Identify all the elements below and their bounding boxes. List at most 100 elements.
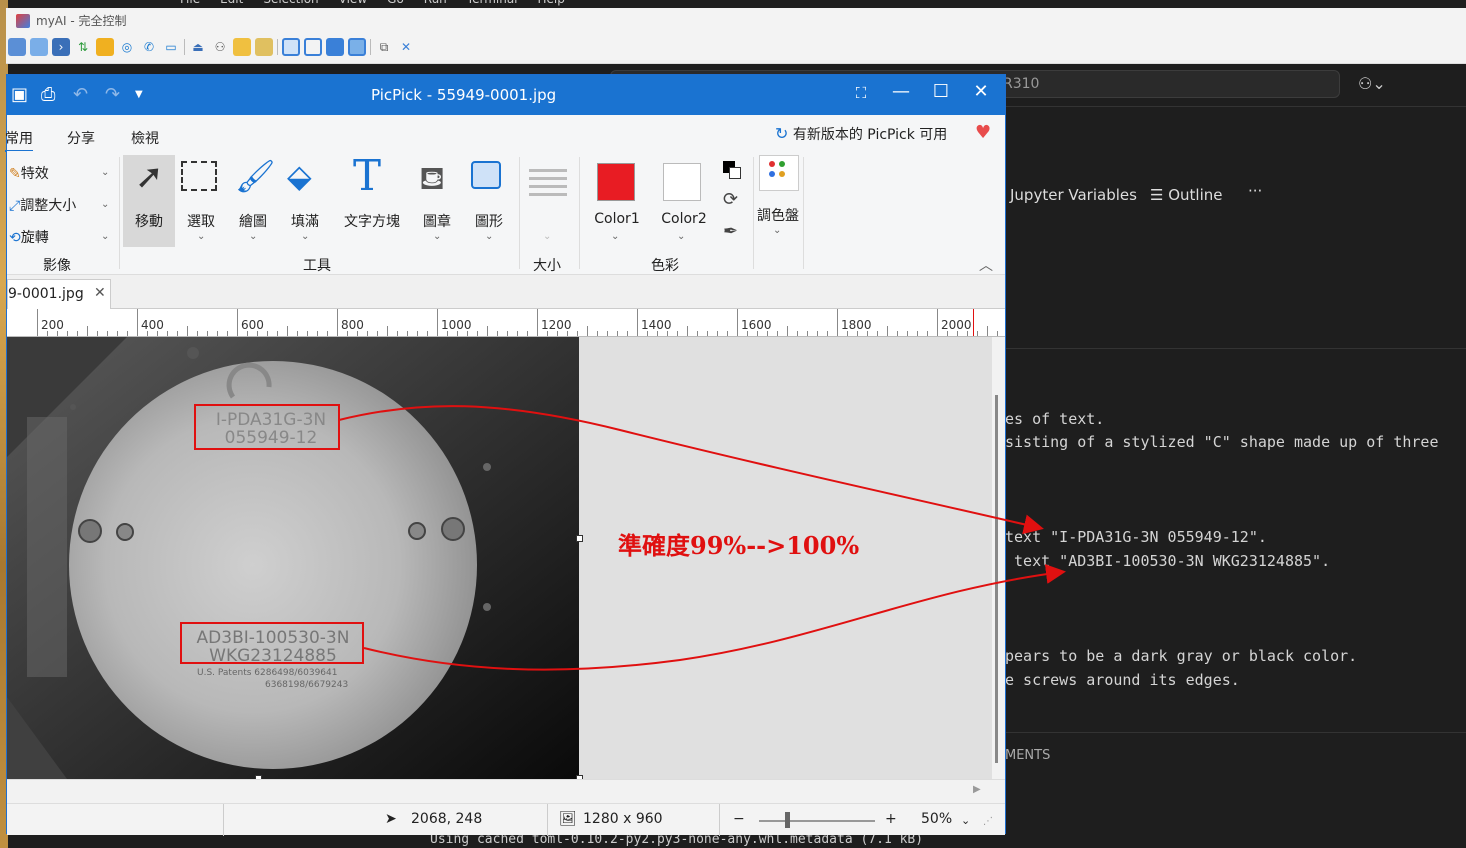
terminal-icon[interactable]: › — [52, 38, 70, 56]
collapse-ribbon-icon[interactable]: ︿ — [979, 255, 993, 275]
update-notice[interactable]: ↻ 有新版本的 PicPick 可用 — [775, 124, 947, 144]
color2-swatch[interactable] — [663, 163, 701, 201]
ruler-minor-tick — [307, 331, 308, 336]
chevron-down-icon[interactable]: ⌄ — [485, 231, 493, 242]
redo-icon[interactable]: ↷ — [105, 84, 120, 105]
tab-home[interactable]: 常用 — [5, 128, 33, 152]
zoom-slider-thumb[interactable] — [785, 812, 790, 828]
tab-jupyter-variables[interactable]: Jupyter Variables — [1010, 186, 1137, 204]
shape-tool-icon[interactable] — [471, 161, 501, 189]
zoom-in-button[interactable]: + — [885, 811, 897, 827]
tool-fill[interactable]: 填滿 — [279, 211, 331, 231]
chevron-down-icon[interactable]: ⌄ — [197, 231, 205, 242]
zoom-slider-track[interactable] — [759, 820, 875, 822]
resize-handle[interactable] — [576, 535, 583, 542]
capture-icon[interactable]: ⛶ — [841, 84, 881, 102]
tool-stamp[interactable]: 圖章 — [411, 211, 463, 231]
ruler-minor-tick — [177, 331, 178, 336]
window-mode-icon[interactable] — [282, 38, 300, 56]
tool-select[interactable]: 選取 — [175, 211, 227, 231]
tool-shape[interactable]: 圖形 — [463, 211, 515, 231]
save-icon[interactable]: ▣ — [11, 84, 28, 105]
users-icon[interactable]: ⚇ — [211, 38, 229, 56]
scroll-right-icon[interactable]: ▶ — [973, 784, 981, 795]
heart-icon[interactable]: ♥ — [975, 122, 991, 143]
rotate-menu[interactable]: ⟲旋轉 — [9, 227, 49, 247]
move-tool-icon[interactable]: ➚ — [135, 157, 164, 197]
chevron-down-icon[interactable]: ⌄ — [677, 231, 685, 242]
minimize-button[interactable]: — — [881, 81, 921, 102]
message-icon[interactable]: ▭ — [162, 38, 180, 56]
copy-icon[interactable]: ⧉ — [375, 38, 393, 56]
resize-menu[interactable]: ⤢調整大小 — [9, 195, 76, 215]
chat-icon[interactable]: ◎ — [118, 38, 136, 56]
palette-label[interactable]: 調色盤 — [757, 205, 799, 225]
chevron-down-icon[interactable]: ⌄ — [611, 231, 619, 242]
close-tab-icon[interactable]: ✕ — [94, 285, 106, 301]
tools-icon[interactable]: ✕ — [397, 38, 415, 56]
color1-swatch[interactable] — [597, 163, 635, 201]
monitor-icon[interactable] — [30, 38, 48, 56]
effects-menu[interactable]: ✎特效 — [9, 163, 49, 183]
fill-tool-icon[interactable]: ⬙ — [287, 157, 312, 195]
undo-icon[interactable]: ↶ — [73, 84, 88, 105]
tool-textbox[interactable]: 文字方塊 — [337, 211, 407, 231]
select-tool-icon[interactable] — [181, 161, 217, 191]
vscode-menu-item[interactable]: View — [339, 0, 367, 8]
vscode-menu-item[interactable]: Terminal — [467, 0, 518, 8]
tool-draw[interactable]: 繪圖 — [227, 211, 279, 231]
chevron-down-icon[interactable]: ⌄ — [101, 199, 109, 210]
zoom-level[interactable]: 50% — [921, 811, 952, 827]
horizontal-scrollbar[interactable]: ▶ — [7, 779, 1005, 803]
phone-icon[interactable]: ✆ — [140, 38, 158, 56]
vscode-menu-item[interactable]: Selection — [263, 0, 318, 8]
more-actions-button[interactable]: ··· — [1248, 182, 1262, 200]
vscode-menu-item[interactable]: Help — [538, 0, 565, 8]
lock-icon[interactable] — [233, 38, 251, 56]
document-tab[interactable]: 9-0001.jpg ✕ — [7, 279, 111, 309]
eyedropper-icon[interactable]: ✒ — [723, 221, 738, 242]
transfer-icon[interactable]: ⇅ — [74, 38, 92, 56]
color2-label[interactable]: Color2 — [657, 211, 711, 227]
tool-move[interactable]: 移動 — [123, 211, 175, 231]
stamp-tool-icon[interactable]: ⛾ — [419, 159, 445, 201]
power-icon[interactable] — [96, 38, 114, 56]
chevron-down-icon[interactable]: ⌄ — [433, 231, 441, 242]
tab-outline[interactable]: ☰ Outline — [1150, 186, 1222, 204]
chevron-down-icon[interactable]: ⌄ — [101, 231, 109, 242]
vertical-scroll-thumb[interactable] — [995, 395, 998, 763]
line-size-icon[interactable] — [529, 169, 567, 172]
fullscreen-icon[interactable] — [326, 38, 344, 56]
vscode-menu-item[interactable]: Run — [424, 0, 447, 8]
vscode-menu-item[interactable]: Edit — [220, 0, 243, 8]
zoom-dropdown-icon[interactable]: ⌄ — [961, 814, 970, 827]
text-tool-icon[interactable]: T — [353, 151, 381, 200]
zoom-out-button[interactable]: − — [733, 811, 745, 827]
user-icon[interactable]: ⏏ — [189, 38, 207, 56]
maximize-button[interactable]: ☐ — [921, 81, 961, 102]
copilot-icon[interactable]: ⚇⌄ — [1358, 74, 1386, 93]
color1-label[interactable]: Color1 — [589, 211, 645, 227]
tab-share[interactable]: 分享 — [67, 128, 95, 148]
brush-tool-icon[interactable]: 🖌 — [235, 157, 276, 195]
scale-icon[interactable] — [348, 38, 366, 56]
vscode-menu-item[interactable]: File — [180, 0, 200, 8]
chevron-down-icon[interactable]: ⌄ — [773, 225, 781, 236]
close-button[interactable]: ✕ — [961, 81, 1001, 102]
chevron-down-icon[interactable]: ⌄ — [543, 231, 551, 242]
unlock-icon[interactable] — [255, 38, 273, 56]
quick-access-dropdown-icon[interactable]: ▼ — [135, 89, 143, 100]
screen-icon[interactable] — [8, 38, 26, 56]
refresh-colors-icon[interactable]: ⟳ — [723, 189, 738, 210]
chevron-down-icon[interactable]: ⌄ — [101, 167, 109, 178]
tab-view[interactable]: 檢視 — [131, 128, 159, 148]
fit-window-icon[interactable] — [304, 38, 322, 56]
print-icon[interactable]: ⎙ — [41, 84, 55, 105]
vertical-scrollbar[interactable] — [992, 337, 1005, 779]
chevron-down-icon[interactable]: ⌄ — [301, 231, 309, 242]
picpick-titlebar: ▣ ⎙ ↶ ↷ ▼ PicPick - 55949-0001.jpg ⛶ — ☐… — [7, 75, 1005, 115]
chevron-down-icon[interactable]: ⌄ — [249, 231, 257, 242]
picpick-window: ▣ ⎙ ↶ ↷ ▼ PicPick - 55949-0001.jpg ⛶ — ☐… — [5, 74, 1006, 836]
ruler-minor-tick — [687, 326, 688, 336]
vscode-menu-item[interactable]: Go — [387, 0, 404, 8]
